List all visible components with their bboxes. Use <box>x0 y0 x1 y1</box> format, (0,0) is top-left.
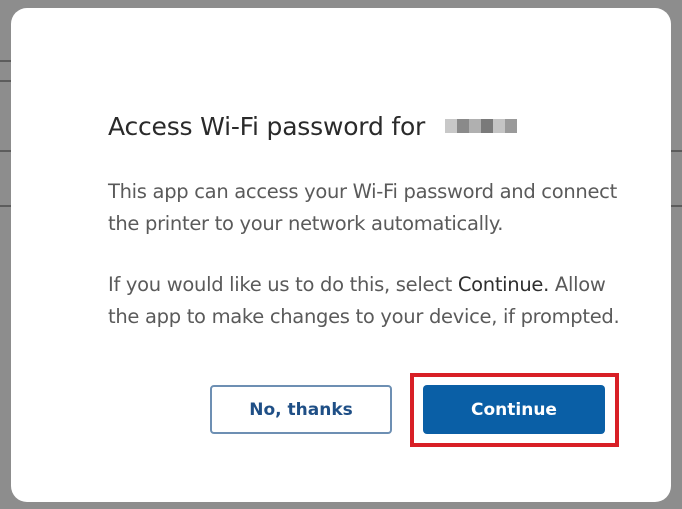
no-thanks-button[interactable]: No, thanks <box>210 385 392 434</box>
modal-backdrop: Access Wi-Fi password for This app can a… <box>0 0 682 509</box>
background-divider <box>0 60 11 62</box>
background-divider <box>671 205 682 207</box>
continue-button[interactable]: Continue <box>423 385 605 434</box>
dialog-instructions: If you would like us to do this, select … <box>108 269 628 333</box>
dialog-description: This app can access your Wi-Fi password … <box>108 180 617 235</box>
background-divider <box>671 150 682 152</box>
dialog-title-row: Access Wi-Fi password for <box>108 106 523 146</box>
instructions-continue-emphasis: Continue. <box>457 273 550 296</box>
instructions-text: If you would like us to do this, select <box>108 273 458 296</box>
background-divider <box>0 150 11 152</box>
background-divider <box>0 80 11 82</box>
background-divider <box>0 205 11 207</box>
dialog-title: Access Wi-Fi password for <box>108 111 426 141</box>
redacted-network-name <box>445 116 523 136</box>
wifi-password-dialog: Access Wi-Fi password for This app can a… <box>11 8 671 502</box>
